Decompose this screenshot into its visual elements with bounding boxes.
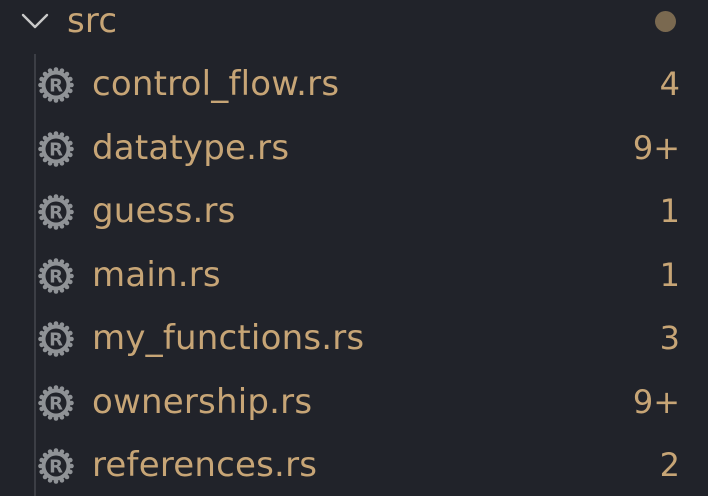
rust-icon: R [38,321,74,357]
rust-icon: R [38,448,74,484]
file-name: ownership.rs [92,381,313,422]
folder-row-src[interactable]: src [0,0,708,46]
file-row[interactable]: Rownership.rs 9+ [0,372,708,434]
modified-dot-icon [655,11,676,32]
svg-text:R: R [49,203,63,224]
rust-icon: R [38,67,74,103]
file-name: datatype.rs [92,127,290,168]
problem-count-badge: 9+ [632,128,680,167]
file-name: references.rs [92,445,318,485]
rust-icon: R [38,130,74,167]
rust-icon: R [38,194,74,230]
svg-text:R: R [49,139,63,160]
file-row[interactable]: Rmy_functions.rs 3 [0,308,708,370]
file-row[interactable]: Rreferences.rs 2 [0,435,708,496]
svg-text:R: R [49,330,63,351]
problem-count-badge: 2 [659,446,680,484]
file-name: guess.rs [92,191,236,231]
svg-text:R: R [49,457,63,478]
problem-count-badge: 9+ [632,382,680,421]
problem-count-badge: 1 [659,255,680,294]
chevron-down-icon[interactable] [20,10,50,32]
svg-text:R: R [49,76,63,97]
file-explorer: src Rcontrol_flow.rs 4 Rdatatype.rs 9+ Rgues… [0,0,708,496]
svg-text:R: R [49,266,63,287]
file-row[interactable]: Rmain.rs 1 [0,245,708,307]
file-row[interactable]: Rdatatype.rs 9+ [0,118,708,180]
rust-icon: R [38,384,74,421]
folder-name: src [67,1,118,41]
problem-count-badge: 3 [659,319,680,357]
file-row[interactable]: Rcontrol_flow.rs 4 [0,54,708,116]
problem-count-badge: 1 [659,192,680,230]
rust-icon: R [38,257,74,294]
file-name: control_flow.rs [92,64,340,104]
file-row[interactable]: Rguess.rs 1 [0,181,708,243]
file-name: main.rs [92,254,221,295]
problem-count-badge: 4 [659,65,680,103]
file-name: my_functions.rs [92,318,365,358]
svg-text:R: R [49,393,63,414]
